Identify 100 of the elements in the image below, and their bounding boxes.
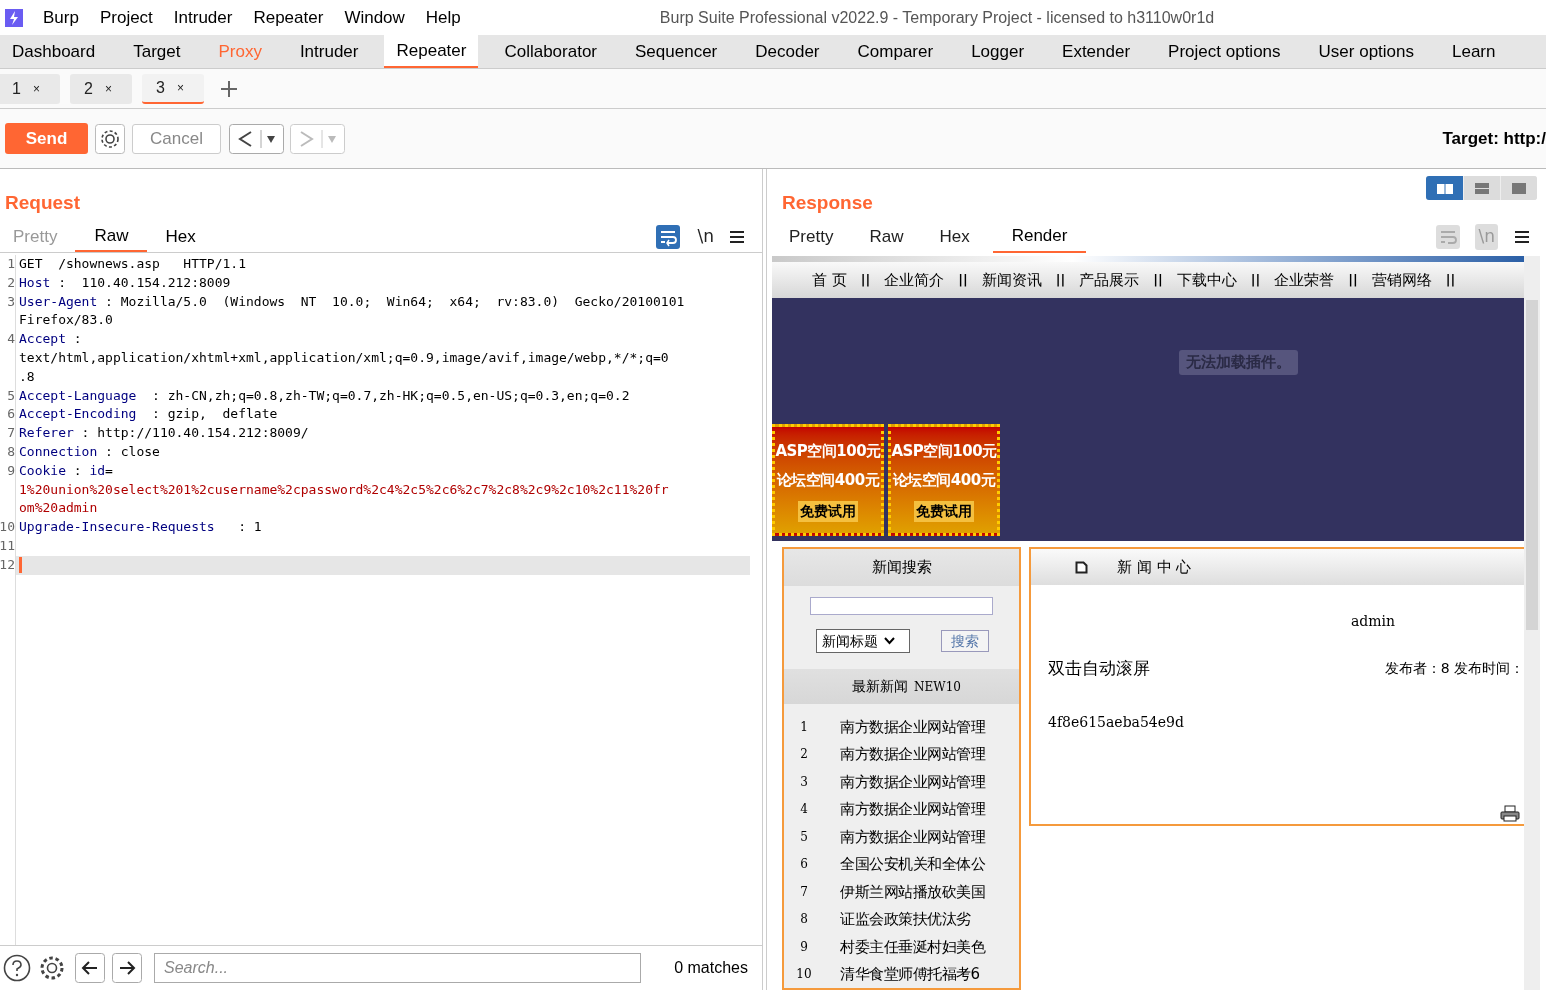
- nav-link[interactable]: 新闻资讯: [981, 268, 1042, 292]
- view-tab[interactable]: Raw: [856, 221, 917, 253]
- wrap-lines-icon[interactable]: [656, 224, 681, 249]
- news-link[interactable]: 南方数据企业网站管理: [840, 715, 985, 738]
- line-number: 7: [7, 424, 15, 443]
- news-number: 8: [799, 911, 809, 929]
- nav-link[interactable]: 首 页: [812, 268, 847, 292]
- main-tab[interactable]: Sequencer: [623, 35, 730, 68]
- target-label: Target: http:/: [1442, 127, 1546, 150]
- author-name: admin: [1351, 612, 1396, 631]
- request-tab[interactable]: 2 ×: [70, 73, 132, 104]
- nav-separator: ||: [1055, 271, 1066, 290]
- news-number: 7: [799, 883, 809, 901]
- view-tab[interactable]: Raw: [75, 221, 148, 252]
- ad-banner[interactable]: ASP空间100元 论坛空间400元 免费试用: [888, 424, 1000, 536]
- search-button[interactable]: 搜索: [941, 630, 989, 653]
- menu-item[interactable]: Intruder: [173, 4, 233, 31]
- news-link[interactable]: 村委主任垂涎村妇美色: [840, 935, 985, 958]
- keyword-field[interactable]: [810, 596, 993, 616]
- main-tab[interactable]: User options: [1306, 35, 1426, 68]
- nav-separator: ||: [1250, 271, 1261, 290]
- view-tab[interactable]: Hex: [153, 221, 208, 252]
- code-line: .8: [19, 367, 35, 386]
- window-title: Burp Suite Professional v2022.9 - Temporary Project - licensed to h3110w0r1d: [659, 7, 1215, 28]
- search-field[interactable]: Search...: [154, 953, 641, 983]
- view-tab[interactable]: Pretty: [776, 221, 847, 253]
- main-tab[interactable]: Target: [121, 35, 193, 68]
- scrollbar[interactable]: [1524, 256, 1540, 990]
- main-tab[interactable]: Collaborator: [492, 35, 610, 68]
- close-icon[interactable]: ×: [32, 79, 40, 98]
- main-tab[interactable]: Project options: [1156, 35, 1293, 68]
- line-number: 12: [0, 555, 15, 574]
- line-number: 1: [7, 255, 15, 273]
- printer-icon[interactable]: [1500, 805, 1520, 822]
- news-link[interactable]: 南方数据企业网站管理: [840, 770, 985, 793]
- nav-link[interactable]: 企业荣誉: [1274, 268, 1335, 292]
- news-link[interactable]: 全国公安机关和全体公: [840, 853, 985, 876]
- nav-separator: ||: [860, 271, 871, 290]
- main-tab[interactable]: Logger: [959, 35, 1037, 68]
- news-number: 2: [799, 746, 809, 764]
- news-link[interactable]: 南方数据企业网站管理: [840, 798, 985, 821]
- nav-link[interactable]: 营销网络: [1371, 268, 1432, 292]
- back-history-icon[interactable]: [229, 123, 284, 154]
- cancel-button[interactable]: Cancel: [132, 123, 221, 154]
- menu-item[interactable]: Burp: [43, 4, 79, 31]
- menu-item[interactable]: Help: [425, 4, 461, 31]
- nav-separator: ||: [1153, 271, 1163, 290]
- request-tab[interactable]: 1 ×: [0, 73, 60, 104]
- news-link[interactable]: 南方数据企业网站管理: [840, 825, 985, 848]
- news-link[interactable]: 南方数据企业网站管理: [840, 743, 985, 766]
- close-icon[interactable]: ×: [176, 78, 184, 97]
- settings-icon[interactable]: [38, 954, 66, 982]
- nav-link[interactable]: 产品展示: [1079, 268, 1140, 292]
- menu-icon[interactable]: [729, 229, 745, 244]
- code-line: Accept-Language : zh-CN,zh;q=0.8,zh-TW;q=0.7,zh-HK;q=0.5,en-US;q=0.3,en;q=0.2: [19, 386, 630, 405]
- newline-toggle[interactable]: \n: [697, 223, 714, 250]
- menu-item[interactable]: Window: [344, 4, 405, 31]
- settings-icon[interactable]: [95, 123, 125, 154]
- main-tab[interactable]: Extender: [1050, 35, 1143, 68]
- code-line: Referer : http://110.40.154.212:8009/: [19, 424, 309, 443]
- new-label: NEW10: [914, 678, 961, 696]
- layout-button[interactable]: [1426, 176, 1463, 200]
- news-link[interactable]: 伊斯兰网站播放砍美国: [840, 880, 985, 903]
- code-line: text/html,application/xhtml+xml,application/xml;q=0.9,image/avif,image/webp,*/*;q=0: [19, 349, 669, 367]
- ad-banner[interactable]: ASP空间100元 论坛空间400元 免费试用: [772, 424, 884, 536]
- nav-link[interactable]: 下载中心: [1176, 268, 1237, 292]
- category-select[interactable]: 新闻标题: [816, 629, 910, 654]
- view-tab[interactable]: Render: [992, 221, 1087, 253]
- page-icon: [1075, 560, 1088, 574]
- main-tab[interactable]: Comparer: [845, 35, 946, 68]
- main-tab[interactable]: Learn: [1440, 35, 1508, 68]
- menu-item[interactable]: Project: [99, 4, 153, 31]
- main-tab[interactable]: Repeater: [384, 35, 479, 68]
- close-icon[interactable]: ×: [104, 79, 112, 98]
- view-tab[interactable]: Hex: [926, 221, 983, 253]
- panel-heading: 新闻搜索: [871, 557, 932, 579]
- main-tab[interactable]: Intruder: [287, 35, 371, 68]
- line-number: 6: [7, 405, 15, 424]
- news-number: 4: [799, 801, 809, 819]
- add-tab-icon[interactable]: [220, 79, 238, 98]
- news-number: 6: [799, 856, 809, 874]
- scroll-hint: 双击自动滚屏: [1048, 657, 1150, 680]
- match-count: 0 matches: [674, 958, 748, 978]
- request-tab[interactable]: 3 ×: [142, 73, 204, 104]
- code-line: Connection : close: [19, 442, 160, 461]
- news-link[interactable]: 清华食堂师傅托福考6: [840, 963, 980, 986]
- menu-icon[interactable]: [1514, 230, 1530, 244]
- news-link[interactable]: 证监会政策扶优汰劣: [840, 908, 971, 931]
- main-tab[interactable]: Decoder: [743, 35, 832, 68]
- main-tab[interactable]: Dashboard: [0, 35, 108, 68]
- layout-button[interactable]: [1500, 176, 1537, 200]
- text-cursor: [19, 557, 22, 574]
- code-line: 1%20union%20select%201%2cusername%2cpassword%2c4%2c5%2c6%2c7%2c8%2c9%2c10%2c11%20fr: [19, 480, 669, 499]
- menu-item[interactable]: Repeater: [253, 4, 324, 31]
- help-icon[interactable]: [3, 954, 31, 982]
- news-number: 10: [795, 966, 813, 984]
- post-meta: 发布者：8 发布时间：: [1384, 659, 1524, 679]
- line-number: 9: [7, 461, 15, 480]
- plugin-message: 无法加载插件。: [1178, 350, 1298, 375]
- nav-link[interactable]: 企业简介: [884, 268, 945, 292]
